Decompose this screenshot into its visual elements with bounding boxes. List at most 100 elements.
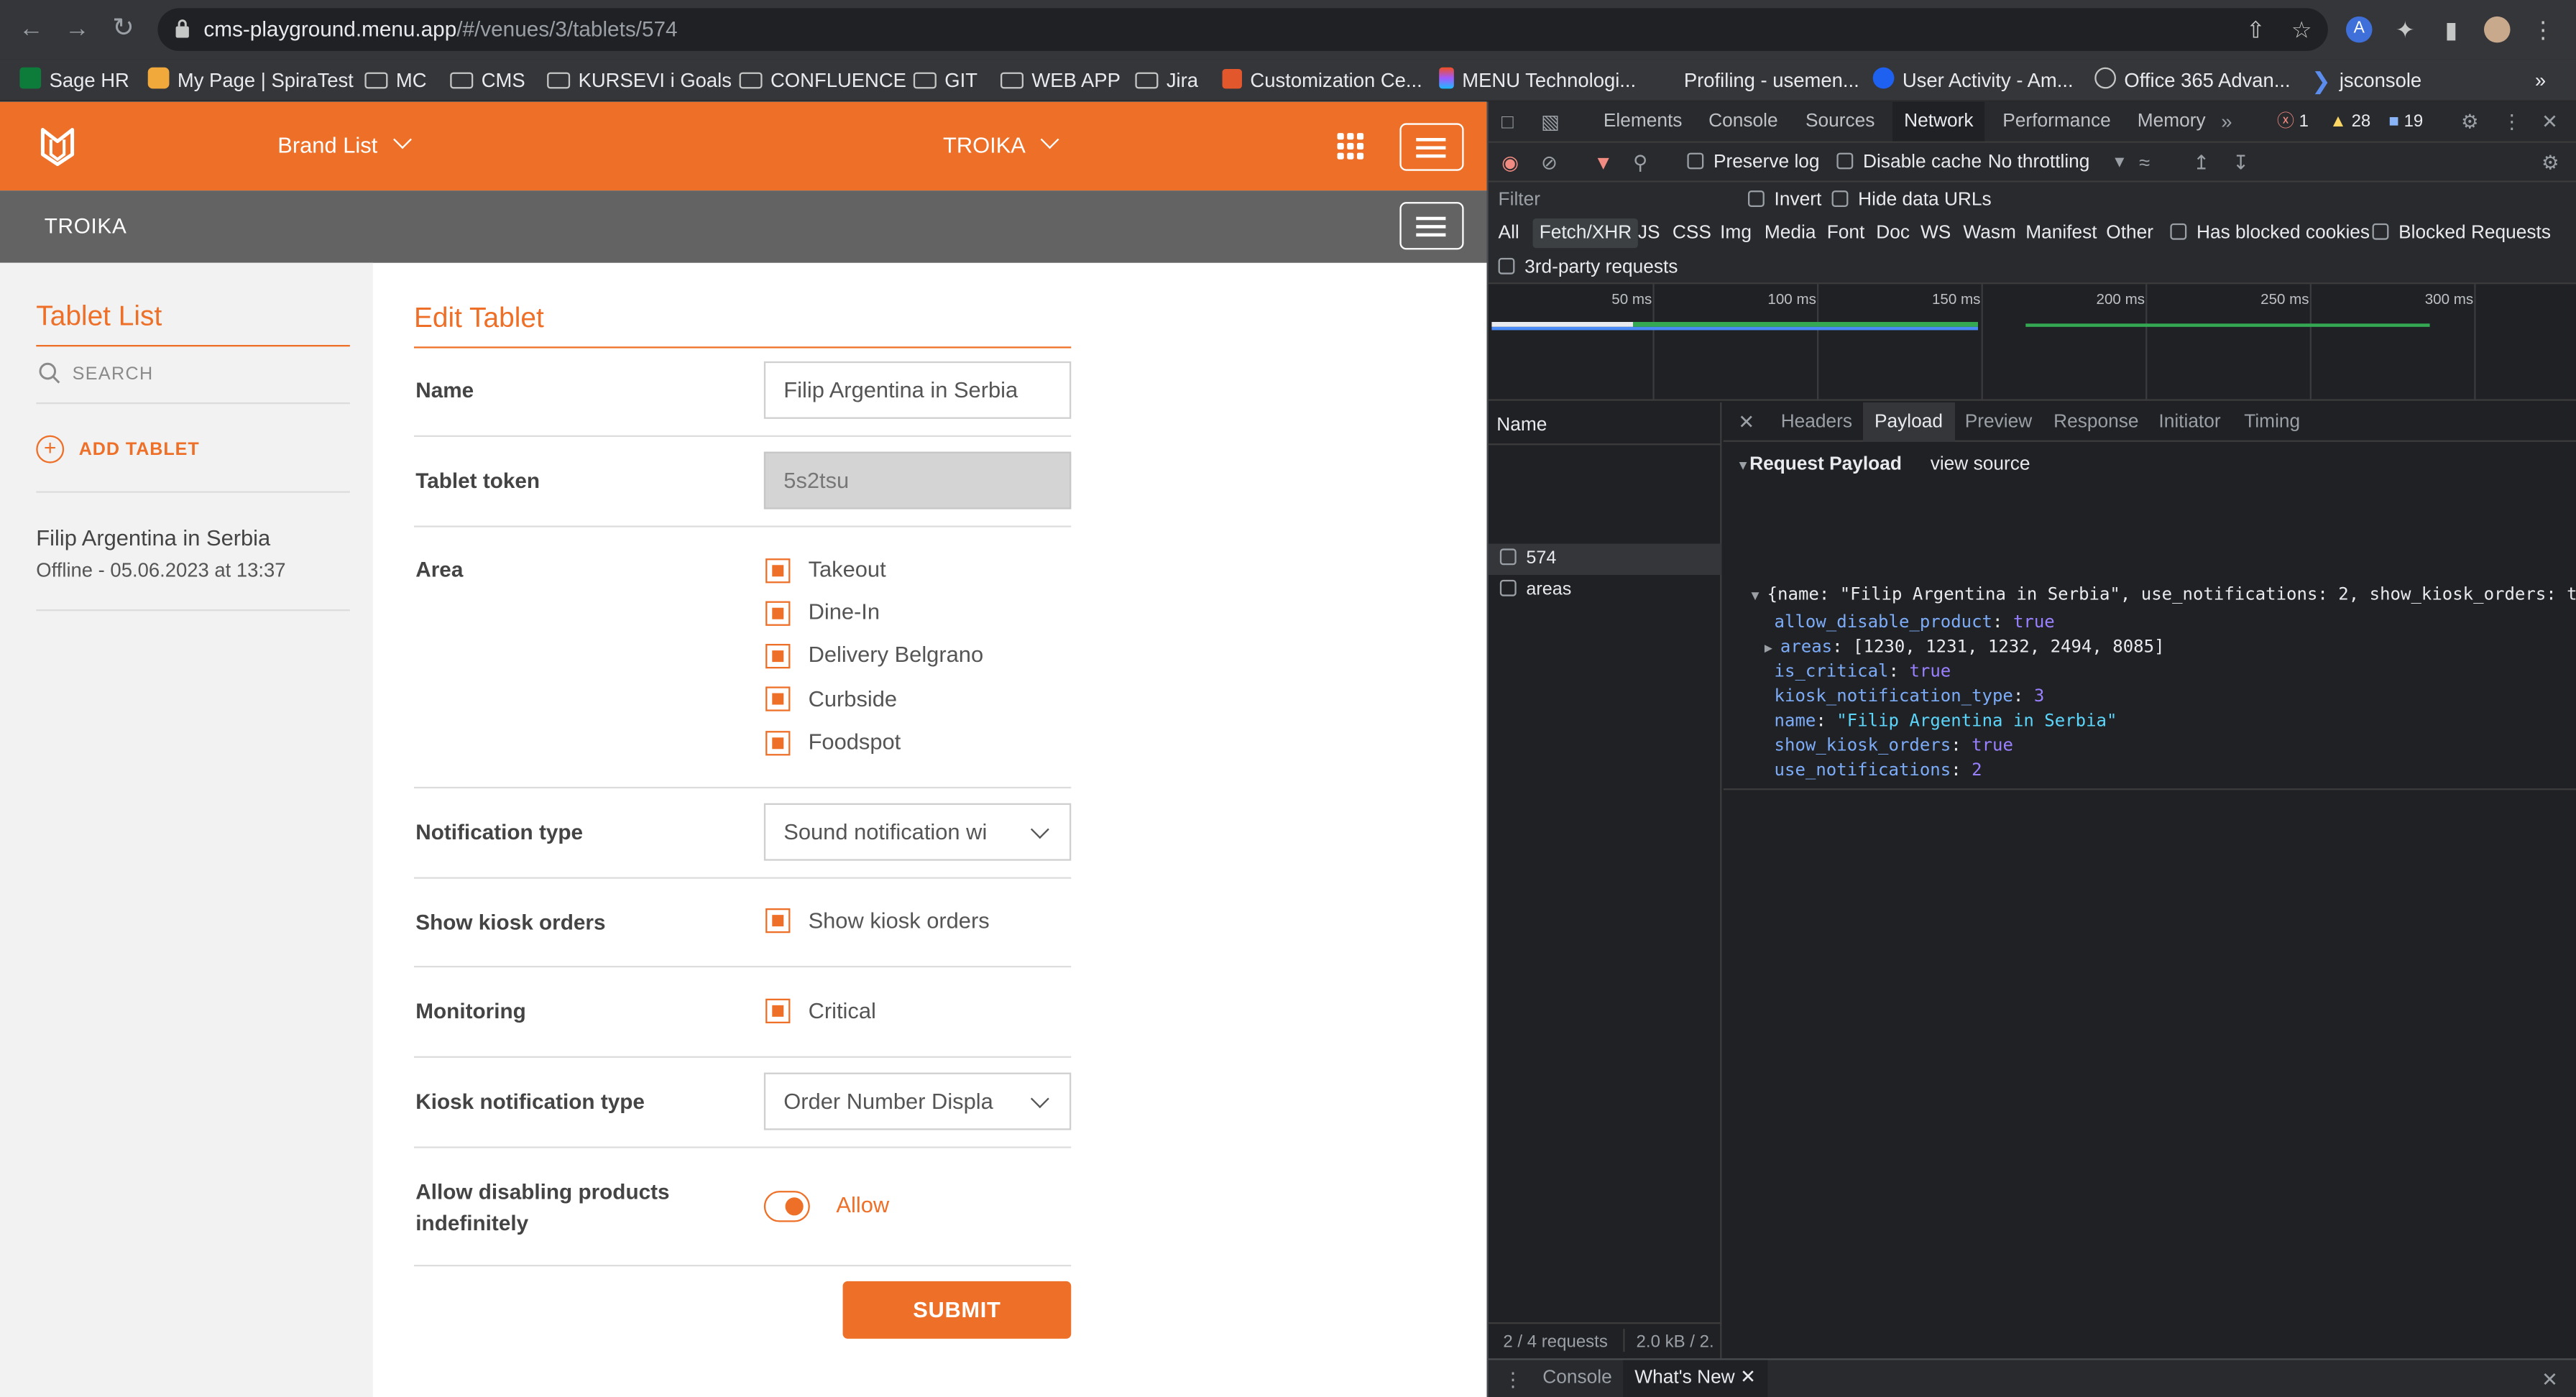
critical-checkbox[interactable]	[765, 998, 791, 1023]
record-icon[interactable]: ◉	[1501, 151, 1519, 174]
bookmark-profiling[interactable]: Profiling - usemen...	[1660, 64, 1859, 97]
show-kiosk-orders-checkbox[interactable]	[765, 908, 791, 933]
close-devtools-icon[interactable]: ✕	[2542, 110, 2558, 133]
request-row[interactable]: 574	[1488, 543, 1722, 575]
invert-checkbox[interactable]: Invert	[1747, 189, 1821, 212]
payload-summary[interactable]: ▼ {name: "Filip Argentina in Serbia", us…	[1752, 583, 2576, 607]
has-blocked-cookies-checkbox[interactable]: Has blocked cookies	[2170, 222, 2370, 245]
bookmark-confluence[interactable]: CONFLUENCE	[739, 64, 906, 97]
third-party-checkbox[interactable]: 3rd-party requests	[1498, 257, 1678, 280]
bookmark-web-app[interactable]: WEB APP	[1000, 64, 1121, 97]
clear-icon[interactable]: ⊘	[1541, 151, 1558, 174]
import-har-icon[interactable]: ↥	[2193, 151, 2209, 174]
tab-initiator[interactable]: Initiator	[2158, 402, 2220, 442]
device-toolbar-icon[interactable]: ▧	[1541, 110, 1560, 133]
type-filter-font[interactable]: Font	[1827, 222, 1865, 245]
message-count[interactable]: ■ 19	[2388, 110, 2423, 133]
network-conditions-icon[interactable]: ≈	[2139, 151, 2150, 174]
tab-timing[interactable]: Timing	[2244, 402, 2300, 442]
bookmark-jira[interactable]: Jira	[1135, 64, 1198, 97]
export-har-icon[interactable]: ↧	[2232, 151, 2249, 174]
bookmark-kursevi[interactable]: KURSEVI i Goals	[547, 64, 732, 97]
bookmark-cms[interactable]: CMS	[450, 64, 525, 97]
notification-type-select[interactable]: Sound notification wi	[763, 803, 1072, 861]
bookmark-jsconsole[interactable]: ❯ jsconsole	[2312, 64, 2421, 97]
bookmark-sage-hr[interactable]: Sage HR	[19, 64, 129, 97]
view-source-link[interactable]: view source	[1931, 453, 2030, 476]
hide-data-urls-checkbox[interactable]: Hide data URLs	[1831, 189, 1992, 212]
more-tabs-icon[interactable]: »	[2221, 110, 2232, 133]
request-row[interactable]: areas	[1489, 575, 1722, 606]
settings-gear-icon[interactable]: ⚙	[2461, 110, 2479, 133]
bookmark-office365[interactable]: Office 365 Advan...	[2094, 64, 2291, 97]
add-tablet-button[interactable]: ADD TABLET	[79, 441, 200, 460]
lock-icon[interactable]	[174, 18, 190, 38]
close-details-icon[interactable]: ✕	[1738, 410, 1754, 433]
star-icon[interactable]: ☆	[2288, 17, 2315, 43]
bookmark-user-activity[interactable]: User Activity - Am...	[1872, 64, 2074, 97]
disable-cache-checkbox[interactable]: Disable cache	[1836, 151, 1982, 174]
menu-logo-icon[interactable]	[40, 125, 75, 167]
share-icon[interactable]: ⇧	[2242, 17, 2269, 43]
tab-network[interactable]: Network	[1892, 101, 1985, 142]
drawer-menu-icon[interactable]: ⋮	[1503, 1368, 1522, 1391]
filter-icon[interactable]: ▼	[1593, 151, 1613, 174]
tab-memory[interactable]: Memory	[2138, 102, 2206, 142]
menu-kebab-icon[interactable]: ⋮	[2530, 17, 2557, 43]
kiosk-notification-type-select[interactable]: Order Number Displa	[763, 1072, 1072, 1130]
translate-extension-icon[interactable]: A	[2345, 16, 2373, 43]
type-filter-all[interactable]: All	[1499, 222, 1519, 245]
tab-payload[interactable]: Payload	[1862, 402, 1954, 442]
type-filter-ws[interactable]: WS	[1920, 222, 1951, 245]
url-text[interactable]: cms-playground.menu.app/#/venues/3/table…	[203, 8, 677, 50]
warning-count[interactable]: ▲ 28	[2329, 110, 2370, 133]
error-count[interactable]: ⓧ 1	[2277, 110, 2309, 133]
bookmark-mc[interactable]: MC	[364, 64, 427, 97]
inspect-element-icon[interactable]: □	[1501, 110, 1514, 133]
type-filter-wasm[interactable]: Wasm	[1963, 222, 2015, 245]
bookmarks-overflow[interactable]: »	[2535, 64, 2546, 97]
area-checkbox-foodspot[interactable]	[765, 731, 791, 756]
side-panel-icon[interactable]: ▮	[2438, 17, 2465, 43]
close-drawer-icon[interactable]: ✕	[2542, 1368, 2558, 1391]
type-filter-manifest[interactable]: Manifest	[2025, 222, 2097, 245]
drawer-tab-whats-new[interactable]: What's New ✕	[1623, 1360, 1768, 1397]
area-checkbox-takeout[interactable]	[765, 558, 791, 584]
name-column-header[interactable]: Name	[1496, 414, 1547, 437]
tablet-list-item[interactable]: Filip Argentina in Serbia	[36, 525, 270, 550]
bookmark-spiratest[interactable]: My Page | SpiraTest	[147, 64, 354, 97]
brand-list-dropdown[interactable]: Brand List	[277, 130, 412, 160]
reload-icon[interactable]: ↻	[109, 15, 138, 45]
filter-input[interactable]: Filter	[1499, 189, 1540, 212]
blocked-requests-checkbox[interactable]: Blocked Requests	[2372, 222, 2551, 245]
request-payload-header[interactable]: ▼Request Payload	[1736, 453, 1902, 478]
tab-performance[interactable]: Performance	[2002, 102, 2110, 142]
bookmark-customization[interactable]: Customization Ce...	[1222, 64, 1422, 97]
apps-grid-icon[interactable]	[1337, 133, 1364, 160]
network-timeline[interactable]: 50 ms 100 ms 150 ms 200 ms 250 ms 300 ms	[1488, 284, 2576, 401]
area-checkbox-delivery-belgrano[interactable]	[765, 643, 791, 669]
allow-disabling-toggle[interactable]	[763, 1191, 810, 1222]
search-input[interactable]: SEARCH	[73, 364, 154, 384]
type-filter-fetch-xhr[interactable]: Fetch/XHR	[1532, 218, 1639, 249]
type-filter-doc[interactable]: Doc	[1876, 222, 1910, 245]
back-icon[interactable]: ←	[17, 15, 46, 45]
search-network-icon[interactable]: ⚲	[1633, 151, 1647, 174]
bookmark-menu-tech[interactable]: MENU Technologi...	[1439, 64, 1636, 97]
tab-headers[interactable]: Headers	[1781, 402, 1852, 442]
type-filter-media[interactable]: Media	[1765, 222, 1816, 245]
preserve-log-checkbox[interactable]: Preserve log	[1687, 151, 1820, 174]
tab-preview[interactable]: Preview	[1965, 402, 2032, 442]
area-checkbox-dine-in[interactable]	[765, 601, 791, 626]
tab-elements[interactable]: Elements	[1604, 102, 1683, 142]
type-filter-img[interactable]: Img	[1720, 222, 1752, 245]
area-checkbox-curbside[interactable]	[765, 686, 791, 711]
type-filter-js[interactable]: JS	[1638, 222, 1660, 245]
payload-areas[interactable]: ▶ areas: [1230, 1231, 1232, 2494, 8085]	[1765, 636, 2165, 660]
add-circle-icon[interactable]: +	[36, 435, 65, 464]
throttling-select[interactable]: No throttling ▾	[1988, 151, 2125, 174]
forward-icon[interactable]: →	[63, 15, 92, 45]
main-menu-button[interactable]	[1399, 123, 1464, 171]
type-filter-css[interactable]: CSS	[1673, 222, 1711, 245]
type-filter-other[interactable]: Other	[2106, 222, 2153, 245]
